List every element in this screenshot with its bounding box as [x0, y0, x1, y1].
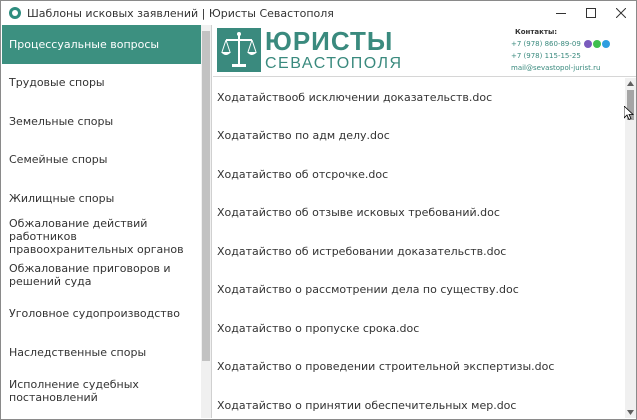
file-list-scrollbar[interactable] — [625, 78, 636, 418]
sidebar-scrollbar[interactable] — [201, 25, 211, 418]
file-item[interactable]: Ходатайство об истребовании доказательст… — [213, 232, 623, 271]
file-item[interactable]: Ходатайство о принятии обеспечительных м… — [213, 386, 623, 418]
sidebar-item-label: Наследственные споры — [9, 345, 147, 359]
maximize-button[interactable] — [576, 1, 606, 25]
scroll-up-button[interactable] — [625, 78, 636, 89]
phone-line-2: +7 (978) 115-15-25 — [511, 50, 631, 62]
title-bar[interactable]: Шаблоны исковых заявлений | Юристы Севас… — [1, 1, 636, 25]
email-line: mail@sevastopol-jurist.ru — [511, 62, 631, 74]
viber-icon[interactable] — [583, 40, 592, 48]
sidebar-item-label: Исполнение судебных постановлений — [9, 377, 139, 404]
maximize-icon — [586, 8, 596, 18]
sidebar-item-label: Обжалование приговоров и решений суда — [9, 262, 171, 289]
phone-line-1: +7 (978) 860-89-09 — [511, 38, 631, 50]
logo-title: ЮРИСТЫ — [265, 26, 394, 56]
chevron-up-icon — [627, 81, 634, 86]
file-item[interactable]: Ходатайствооб исключении доказательств.d… — [213, 78, 623, 117]
phone-2[interactable]: +7 (978) 115-15-25 — [511, 50, 581, 62]
header-banner: ЮРИСТЫ СЕВАСТОПОЛЯ Контакты: +7 (978) 86… — [213, 25, 636, 77]
sidebar-scroll-thumb[interactable] — [202, 31, 210, 361]
sidebar-item-label: Трудовые споры — [9, 76, 105, 90]
sidebar-item-land[interactable]: Земельные споры — [2, 102, 202, 141]
sidebar-item-law-enforcement[interactable]: Обжалование действий работников правоохр… — [2, 217, 202, 257]
sidebar-item-label: Уголовное судопроизводство — [9, 307, 180, 321]
sidebar-item-housing[interactable]: Жилищные споры — [2, 179, 202, 218]
file-item[interactable]: Ходатайство об отсрочке.doc — [213, 155, 623, 194]
file-list-panel: Ходатайствооб исключении доказательств.d… — [213, 78, 636, 418]
file-item[interactable]: Ходатайство о рассмотрении дела по сущес… — [213, 271, 623, 310]
minimize-button[interactable] — [546, 1, 576, 25]
sidebar-item-label: Земельные споры — [9, 114, 114, 128]
contacts-title: Контакты: — [515, 28, 558, 36]
app-logo-icon — [9, 7, 21, 19]
sidebar-item-family[interactable]: Семейные споры — [2, 141, 202, 180]
sidebar-item-label: Семейные споры — [9, 153, 108, 167]
whatsapp-icon[interactable] — [592, 40, 601, 48]
category-sidebar: Процессуальные вопросы Трудовые споры Зе… — [2, 25, 212, 418]
contacts-block: Контакты: +7 (978) 860-89-09 +7 (978) 11… — [511, 28, 631, 74]
file-item[interactable]: Ходатайство об отзыве исковых требований… — [213, 194, 623, 233]
sidebar-item-inheritance[interactable]: Наследственные споры — [2, 333, 202, 372]
close-button[interactable] — [606, 1, 636, 25]
file-item[interactable]: Ходатайство о пропуске срока.doc — [213, 309, 623, 348]
chevron-down-icon — [627, 410, 634, 415]
file-item[interactable]: Ходатайство о проведении строительной эк… — [213, 348, 623, 387]
sidebar-item-criminal[interactable]: Уголовное судопроизводство — [2, 295, 202, 334]
minimize-icon — [556, 13, 566, 14]
sidebar-item-procedural[interactable]: Процессуальные вопросы — [2, 25, 202, 64]
window-title: Шаблоны исковых заявлений | Юристы Севас… — [27, 6, 334, 20]
justice-scales-icon — [217, 28, 261, 72]
sidebar-item-label: Процессуальные вопросы — [9, 37, 160, 51]
category-list: Процессуальные вопросы Трудовые споры Зе… — [2, 25, 202, 410]
phone-1[interactable]: +7 (978) 860-89-09 — [511, 38, 581, 50]
file-item[interactable]: Ходатайство по адм делу.doc — [213, 117, 623, 156]
app-window: Шаблоны исковых заявлений | Юристы Севас… — [0, 0, 637, 420]
logo-subtitle: СЕВАСТОПОЛЯ — [265, 55, 403, 72]
scroll-down-button[interactable] — [625, 407, 636, 418]
sidebar-item-appeals[interactable]: Обжалование приговоров и решений суда — [2, 256, 202, 295]
sidebar-item-labor[interactable]: Трудовые споры — [2, 64, 202, 103]
sidebar-item-enforcement[interactable]: Исполнение судебных постановлений — [2, 372, 202, 411]
window-controls — [546, 1, 636, 25]
email-link[interactable]: mail@sevastopol-jurist.ru — [511, 62, 600, 74]
telegram-icon[interactable] — [601, 40, 610, 48]
sidebar-item-label: Обжалование действий работников правоохр… — [9, 217, 184, 257]
mouse-cursor-icon — [624, 106, 634, 120]
sidebar-item-label: Жилищные споры — [9, 191, 115, 205]
file-list: Ходатайствооб исключении доказательств.d… — [213, 78, 623, 418]
close-icon — [616, 8, 626, 18]
